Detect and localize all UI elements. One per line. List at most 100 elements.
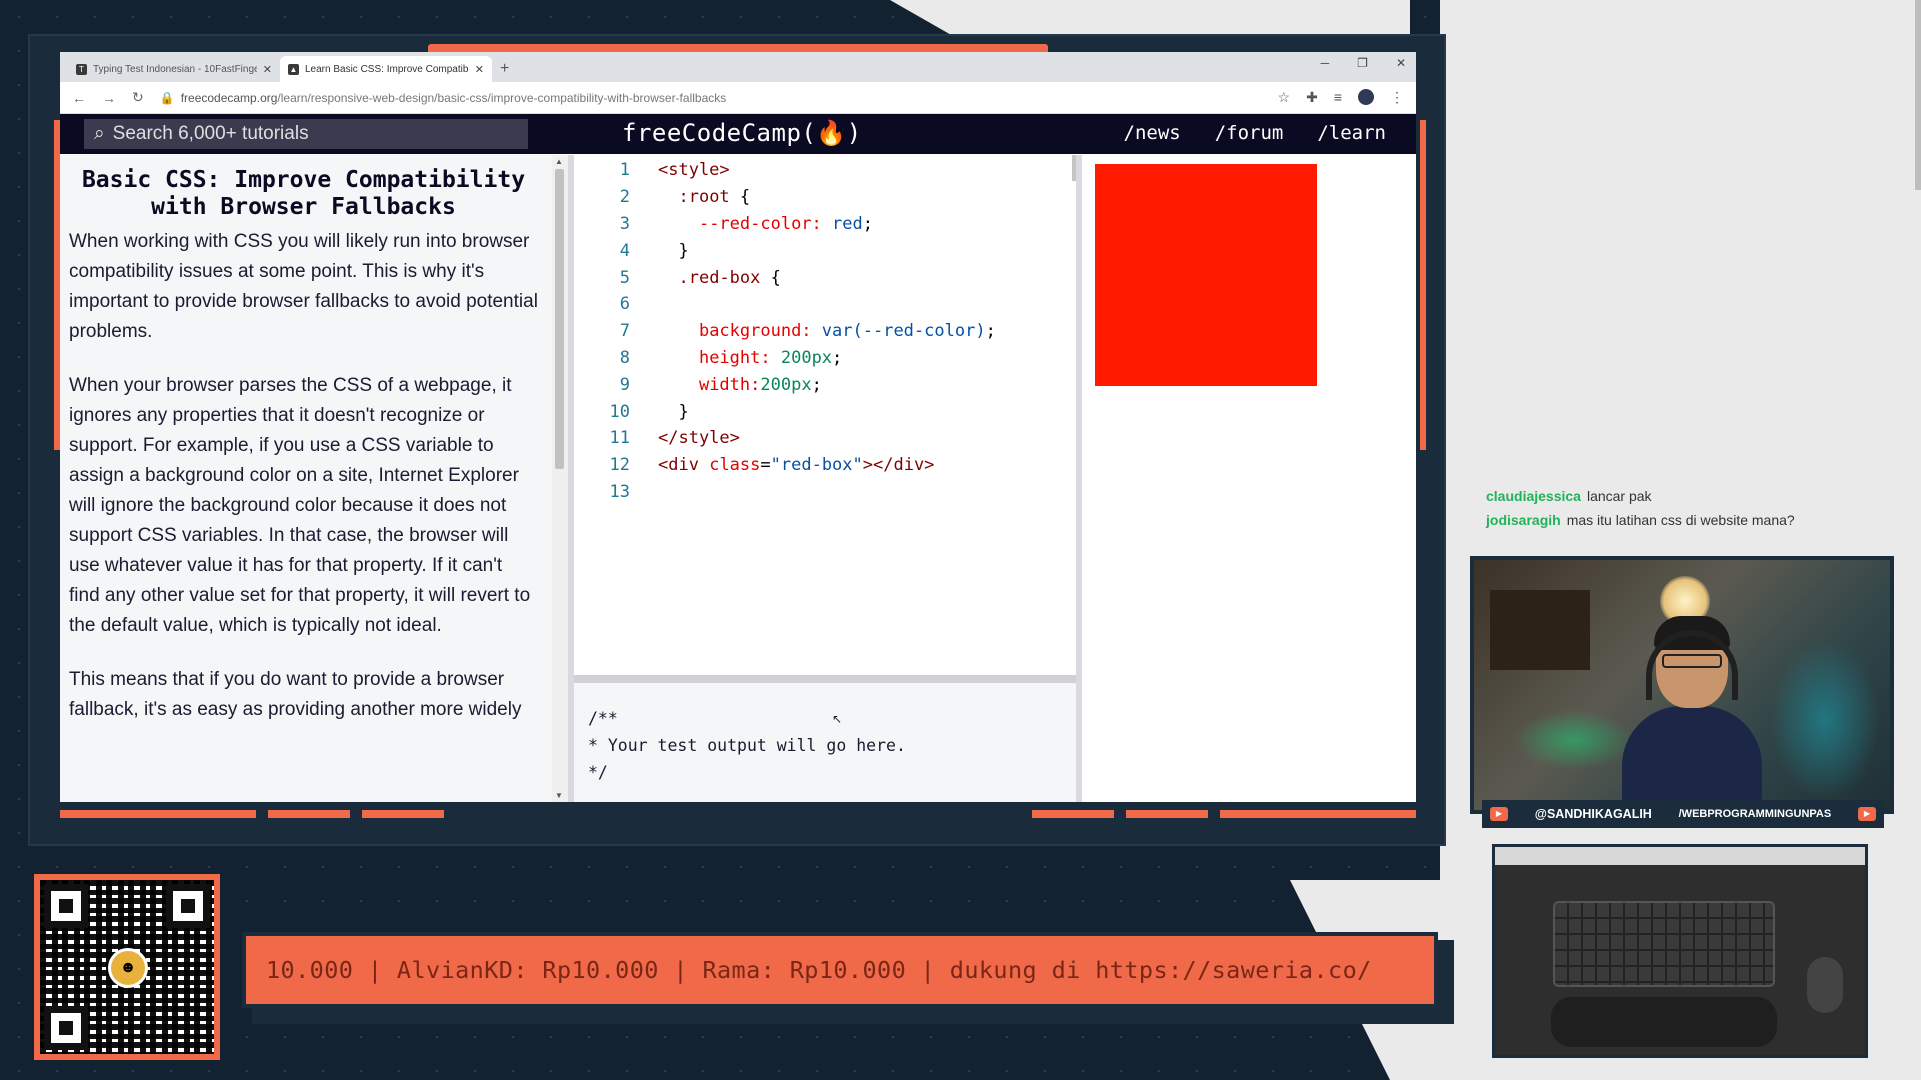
keyboard-cam [1492,844,1868,1058]
code-line: 13 [574,479,1076,506]
line-number: 1 [619,160,630,181]
webcam-feed [1470,556,1894,814]
chat-text: lancar pak [1586,488,1652,504]
keyboard [1553,901,1775,987]
nav-link-forum[interactable]: /forum [1215,122,1284,144]
line-number: 2 [619,187,630,208]
preview-pane [1082,155,1416,802]
chat-username: jodisaragih [1486,512,1561,528]
nav-link-learn[interactable]: /learn [1317,122,1386,144]
lesson-title: Basic CSS: Improve Compatibility with Br… [81,167,526,220]
bookmark-star-icon[interactable]: ☆ [1278,89,1291,106]
reading-list-icon[interactable]: ≡ [1334,89,1342,106]
code-line: 9 width:200px; [574,371,1076,398]
forward-arrow-icon[interactable]: → [102,90,116,106]
line-number: 11 [609,428,630,449]
ticker-text: 10.000 | AlvianKD: Rp10.000 | Rama: Rp10… [266,956,1372,984]
line-number: 7 [619,321,630,342]
code-line: 2 :root { [574,184,1076,211]
code-line: 1 <style> [574,157,1076,184]
twitter-icon: ▶ [1490,807,1508,821]
line-number: 4 [619,240,630,261]
test-output: /** * Your test output will go here. */ [574,683,1076,802]
line-number: 9 [619,374,630,395]
youtube-icon: ▶ [1857,807,1876,821]
mouse-cursor-icon: ↖ [832,712,843,726]
reload-icon[interactable]: ↻ [132,89,144,106]
frame-accent-bottom [268,810,350,818]
channel-name: /WEBPROGRAMMINGUNPAS [1678,808,1832,820]
menu-kebab-icon[interactable]: ⋮ [1390,89,1404,106]
window-controls: ─ ❐ ✕ [1321,56,1406,70]
challenge-workspace: Basic CSS: Improve Compatibility with Br… [60,155,1416,802]
frame-accent-bottom [60,810,256,818]
line-number: 12 [609,455,630,476]
code-line: 8 height: 200px; [574,345,1076,372]
chat-username: claudiajessica [1486,488,1581,504]
tab-learn-css[interactable]: ▲ Learn Basic CSS: Improve Compatibility… [280,56,492,82]
lesson-panel: Basic CSS: Improve Compatibility with Br… [60,155,552,802]
webcam-caption: ▶ @SANDHIKAGALIH /WEBPROGRAMMINGUNPAS ▶ [1482,800,1884,828]
frame-accent-bottom [362,810,444,818]
fcc-favicon-icon: ▲ [288,63,299,75]
line-number: 13 [609,481,630,502]
lesson-paragraph: When your browser parses the CSS of a we… [69,375,531,636]
browser-window: T Typing Test Indonesian - 10FastFingers… [60,52,1416,802]
chat-message: claudiajessica lancar pak [1486,484,1906,508]
code-editor[interactable]: 1 <style> 2 :root { 3 --red-color: red; 4… [574,155,1076,675]
tab-title: Typing Test Indonesian - 10FastFingers [93,63,257,75]
chat-text: mas itu latihan css di website mana? [1566,512,1795,528]
lesson-paragraph: This means that if you do want to provid… [69,669,522,720]
extensions-icon[interactable]: ✚ [1306,89,1318,106]
search-icon: ⌕ [94,123,105,144]
frame-accent-bottom [1220,810,1416,818]
url-field[interactable]: 🔒 freecodecamp.org/learn/responsive-web-… [160,91,1262,105]
line-number: 6 [619,294,630,315]
qr-logo-icon: ☻ [108,948,148,988]
fcc-navbar: ⌕ Search 6,000+ tutorials freeCodeCamp(🔥… [60,114,1416,154]
restore-button[interactable]: ❐ [1357,56,1368,70]
lesson-scrollbar[interactable]: ▲ ▼ [552,155,568,802]
lock-icon: 🔒 [159,90,175,105]
red-box-preview [1095,164,1317,386]
url-host: freecodecamp.org [180,90,278,105]
fcc-nav-links: /news /forum /learn [1124,122,1386,144]
browser-toolbar-right: ☆ ✚ ≡ ⋮ [1278,89,1404,106]
nav-link-news[interactable]: /news [1124,122,1181,144]
chat-panel: claudiajessica lancar pak jodisaragih mas … [1486,484,1906,532]
editor-output-divider[interactable] [574,675,1076,683]
frame-accent-right [1420,120,1426,450]
mouse [1807,957,1843,1013]
streamer-handle: @SANDHIKAGALIH [1534,807,1652,821]
page-scrollbar[interactable] [1915,0,1921,190]
minimize-button[interactable]: ─ [1321,56,1330,70]
donation-ticker: 10.000 | AlvianKD: Rp10.000 | Rama: Rp10… [242,932,1438,1008]
profile-avatar[interactable] [1358,89,1374,105]
lesson-paragraph: When working with CSS you will likely ru… [69,231,538,342]
code-line: 12 <div class="red-box"></div> [574,452,1076,479]
line-number: 8 [619,347,630,368]
streamer [1622,616,1762,810]
tab-typing-test[interactable]: T Typing Test Indonesian - 10FastFingers… [68,56,280,82]
chat-message: jodisaragih mas itu latihan css di websit… [1486,508,1906,532]
new-tab-button[interactable]: + [492,60,517,82]
close-window-button[interactable]: ✕ [1396,56,1406,70]
scroll-up-arrow-icon[interactable]: ▲ [555,157,563,166]
back-arrow-icon[interactable]: ← [72,90,86,106]
url-path: /learn/responsive-web-design/basic-css/i… [277,90,727,105]
close-tab-icon[interactable]: ✕ [475,63,484,76]
tab-title: Learn Basic CSS: Improve Compatibility [305,63,469,75]
search-input[interactable]: ⌕ Search 6,000+ tutorials [84,119,528,149]
code-line: 3 --red-color: red; [574,211,1076,238]
tab-bar: T Typing Test Indonesian - 10FastFingers… [60,52,1416,82]
code-line: 4 } [574,237,1076,264]
line-number: 5 [619,267,630,288]
fcc-logo[interactable]: freeCodeCamp(🔥) [622,119,862,147]
frame-accent-bottom [1126,810,1208,818]
code-line: 10 } [574,398,1076,425]
scrollbar-thumb[interactable] [555,169,564,469]
close-tab-icon[interactable]: ✕ [263,63,272,76]
scroll-down-arrow-icon[interactable]: ▼ [555,791,563,800]
qr-code: ☻ [34,874,220,1060]
code-line: 7 background: var(--red-color); [574,318,1076,345]
